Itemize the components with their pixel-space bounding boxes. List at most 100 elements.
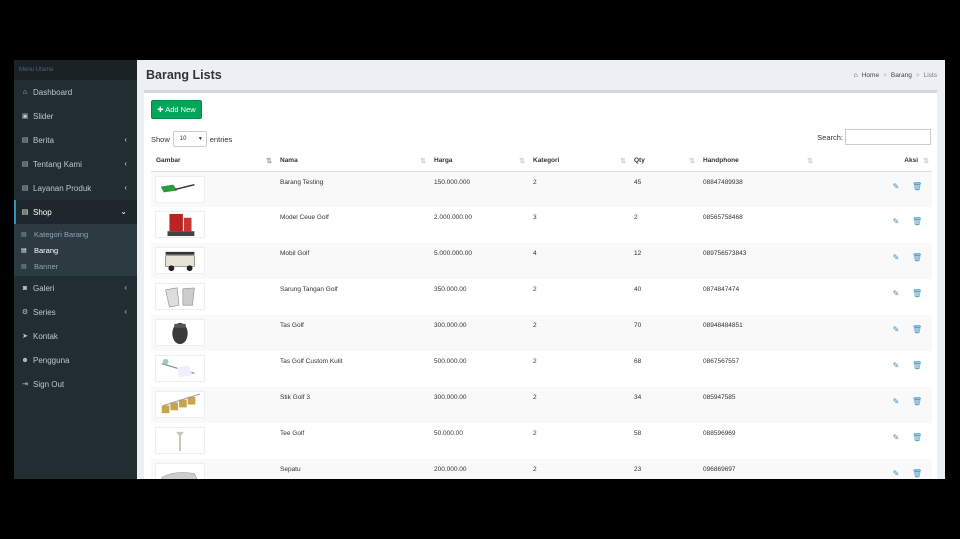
- column-harga[interactable]: Harga ⇅: [429, 151, 528, 172]
- table-row: Sarung Tangan Golf 350.000.00 2 40 087484747…: [151, 279, 932, 315]
- sidebar-item-kontak[interactable]: ➤ Kontak: [14, 324, 137, 348]
- product-thumbnail: [155, 391, 205, 418]
- cell-aksi: ✎ 🗑: [816, 423, 932, 459]
- delete-trash-icon[interactable]: 🗑: [912, 289, 922, 298]
- sidebar: Menu Utama ⌂ Dashboard ▣ Slider ▤ Berita ‹ ▤ Ten…: [14, 60, 137, 479]
- add-new-button[interactable]: ✚ Add New: [151, 100, 202, 119]
- sidebar-item-series[interactable]: ⚙ Series ‹: [14, 300, 137, 324]
- sidebar-item-berita[interactable]: ▤ Berita ‹: [14, 128, 137, 152]
- sidebar-item-pengguna[interactable]: ☻ Pengguna: [14, 348, 137, 372]
- camera-icon: ◙: [22, 284, 28, 292]
- cell-handphone: 088596969: [703, 430, 736, 437]
- cell-gambar: [151, 279, 275, 315]
- edit-pencil-icon[interactable]: ✎: [891, 361, 901, 370]
- edit-pencil-icon[interactable]: ✎: [891, 217, 901, 226]
- sidebar-item-sign-out[interactable]: ⇥ Sign Out: [14, 372, 137, 396]
- submenu-item-barang[interactable]: ▤ Barang: [14, 242, 137, 258]
- cell-handphone: 0867567557: [703, 358, 740, 365]
- delete-trash-icon[interactable]: 🗑: [912, 182, 922, 191]
- product-thumbnail: [155, 247, 205, 274]
- sidebar-item-label: Shop: [33, 207, 52, 217]
- delete-trash-icon[interactable]: 🗑: [912, 433, 922, 442]
- cell-gambar: [151, 315, 275, 351]
- cell-gambar: [151, 207, 275, 243]
- column-nama[interactable]: Nama ⇅: [275, 151, 429, 172]
- sign-out-icon: ⇥: [22, 381, 28, 388]
- cell-kategori: 2: [533, 178, 537, 186]
- sidebar-item-label: Series: [33, 307, 56, 317]
- cell-harga: 500.000.00: [434, 358, 467, 365]
- sidebar-item-layanan-produk[interactable]: ▤ Layanan Produk ‹: [14, 176, 137, 200]
- cell-gambar: [151, 387, 275, 423]
- edit-pencil-icon[interactable]: ✎: [891, 433, 901, 442]
- table-row: Mobil Golf 5.000.000.00 4 12 089756573843 ✎ 🗑: [151, 243, 932, 279]
- table-header-row: Gambar ⇅ Nama ⇅ Harga ⇅ Kategori ⇅ Qty ⇅ Hand…: [151, 151, 932, 172]
- cell-handphone: 085947585: [703, 394, 736, 401]
- cell-nama: Mobil Golf: [280, 250, 310, 257]
- delete-trash-icon[interactable]: 🗑: [912, 217, 922, 226]
- delete-trash-icon[interactable]: 🗑: [912, 325, 922, 334]
- page-title: Barang Lists: [146, 68, 222, 82]
- edit-pencil-icon[interactable]: ✎: [891, 325, 901, 334]
- sidebar-item-label: Pengguna: [33, 355, 70, 365]
- delete-trash-icon[interactable]: 🗑: [912, 469, 922, 478]
- breadcrumb-home[interactable]: Home: [862, 72, 879, 79]
- content-box: ✚ Add New Show 10 ▼ entries Search: Gamb…: [144, 90, 937, 479]
- cell-aksi: ✎ 🗑: [816, 351, 932, 387]
- cell-kategori: 2: [533, 286, 537, 293]
- edit-pencil-icon[interactable]: ✎: [891, 253, 901, 262]
- paper-plane-icon: ➤: [22, 333, 28, 340]
- table-row: Model Ceue Golf 2.000.000.00 3 2 08565758468…: [151, 207, 932, 243]
- gear-icon: ⚙: [21, 309, 29, 316]
- sidebar-item-label: Layanan Produk: [33, 183, 92, 193]
- submenu-item-banner[interactable]: ▤ Banner: [14, 258, 137, 274]
- breadcrumb: ⌂ Home > Barang > Lists: [853, 72, 937, 79]
- sidebar-item-label: Tentang Kami: [33, 159, 82, 169]
- cell-nama: Tas Golf: [280, 322, 304, 329]
- product-thumbnail: [155, 175, 205, 203]
- column-handphone[interactable]: Handphone ⇅: [698, 151, 816, 172]
- sidebar-menu: ⌂ Dashboard ▣ Slider ▤ Berita ‹ ▤ Tentang Kami ‹ ▤…: [14, 80, 137, 396]
- submenu-item-kategori-barang[interactable]: ▤ Kategori Barang: [14, 226, 137, 242]
- sidebar-item-dashboard[interactable]: ⌂ Dashboard: [14, 80, 137, 104]
- product-thumbnail: [155, 211, 205, 238]
- edit-pencil-icon[interactable]: ✎: [891, 289, 901, 298]
- breadcrumb-barang[interactable]: Barang: [891, 72, 912, 79]
- column-gambar[interactable]: Gambar ⇅: [151, 151, 275, 172]
- cell-aksi: ✎ 🗑: [816, 171, 932, 207]
- delete-trash-icon[interactable]: 🗑: [912, 253, 922, 262]
- cell-harga: 200.000.00: [434, 466, 467, 473]
- sidebar-item-shop[interactable]: ▤ Shop ⌄: [14, 200, 137, 224]
- cell-handphone: 08948484851: [703, 322, 743, 329]
- column-qty[interactable]: Qty ⇅: [629, 151, 698, 172]
- menu-header: Menu Utama: [14, 60, 137, 80]
- list-icon: ▤: [21, 137, 29, 144]
- sidebar-item-galeri[interactable]: ◙ Galeri ‹: [14, 276, 137, 300]
- edit-pencil-icon[interactable]: ✎: [891, 182, 901, 191]
- cell-kategori: 2: [533, 466, 537, 473]
- sidebar-item-tentang-kami[interactable]: ▤ Tentang Kami ‹: [14, 152, 137, 176]
- table-row: Tas Golf 300.000.00 2 70 08948484851 ✎ 🗑: [151, 315, 932, 351]
- home-icon: ⌂: [22, 88, 28, 96]
- list-icon: ▤: [21, 231, 27, 238]
- entries-select[interactable]: 10 ▼: [172, 131, 207, 147]
- cell-kategori: 2: [533, 322, 537, 329]
- sidebar-item-label: Slider: [33, 111, 54, 121]
- cell-harga: 300.000.00: [434, 394, 467, 401]
- cell-nama: Sarung Tangan Golf: [280, 286, 338, 293]
- delete-trash-icon[interactable]: 🗑: [912, 361, 922, 370]
- image-icon: ▣: [21, 113, 29, 120]
- cell-nama: Barang Testing: [280, 178, 324, 186]
- edit-pencil-icon[interactable]: ✎: [891, 469, 901, 478]
- column-kategori[interactable]: Kategori ⇅: [528, 151, 629, 172]
- cell-qty: 45: [634, 178, 642, 186]
- cell-qty: 12: [634, 250, 642, 257]
- search-input[interactable]: [845, 129, 931, 145]
- chevron-left-icon: ‹: [124, 183, 127, 192]
- sidebar-item-slider[interactable]: ▣ Slider: [14, 104, 137, 128]
- column-aksi[interactable]: Aksi ⇅: [816, 151, 932, 172]
- cell-aksi: ✎ 🗑: [816, 279, 932, 315]
- delete-trash-icon[interactable]: 🗑: [912, 397, 922, 406]
- cell-handphone: 08565758468: [703, 214, 743, 221]
- edit-pencil-icon[interactable]: ✎: [891, 397, 901, 406]
